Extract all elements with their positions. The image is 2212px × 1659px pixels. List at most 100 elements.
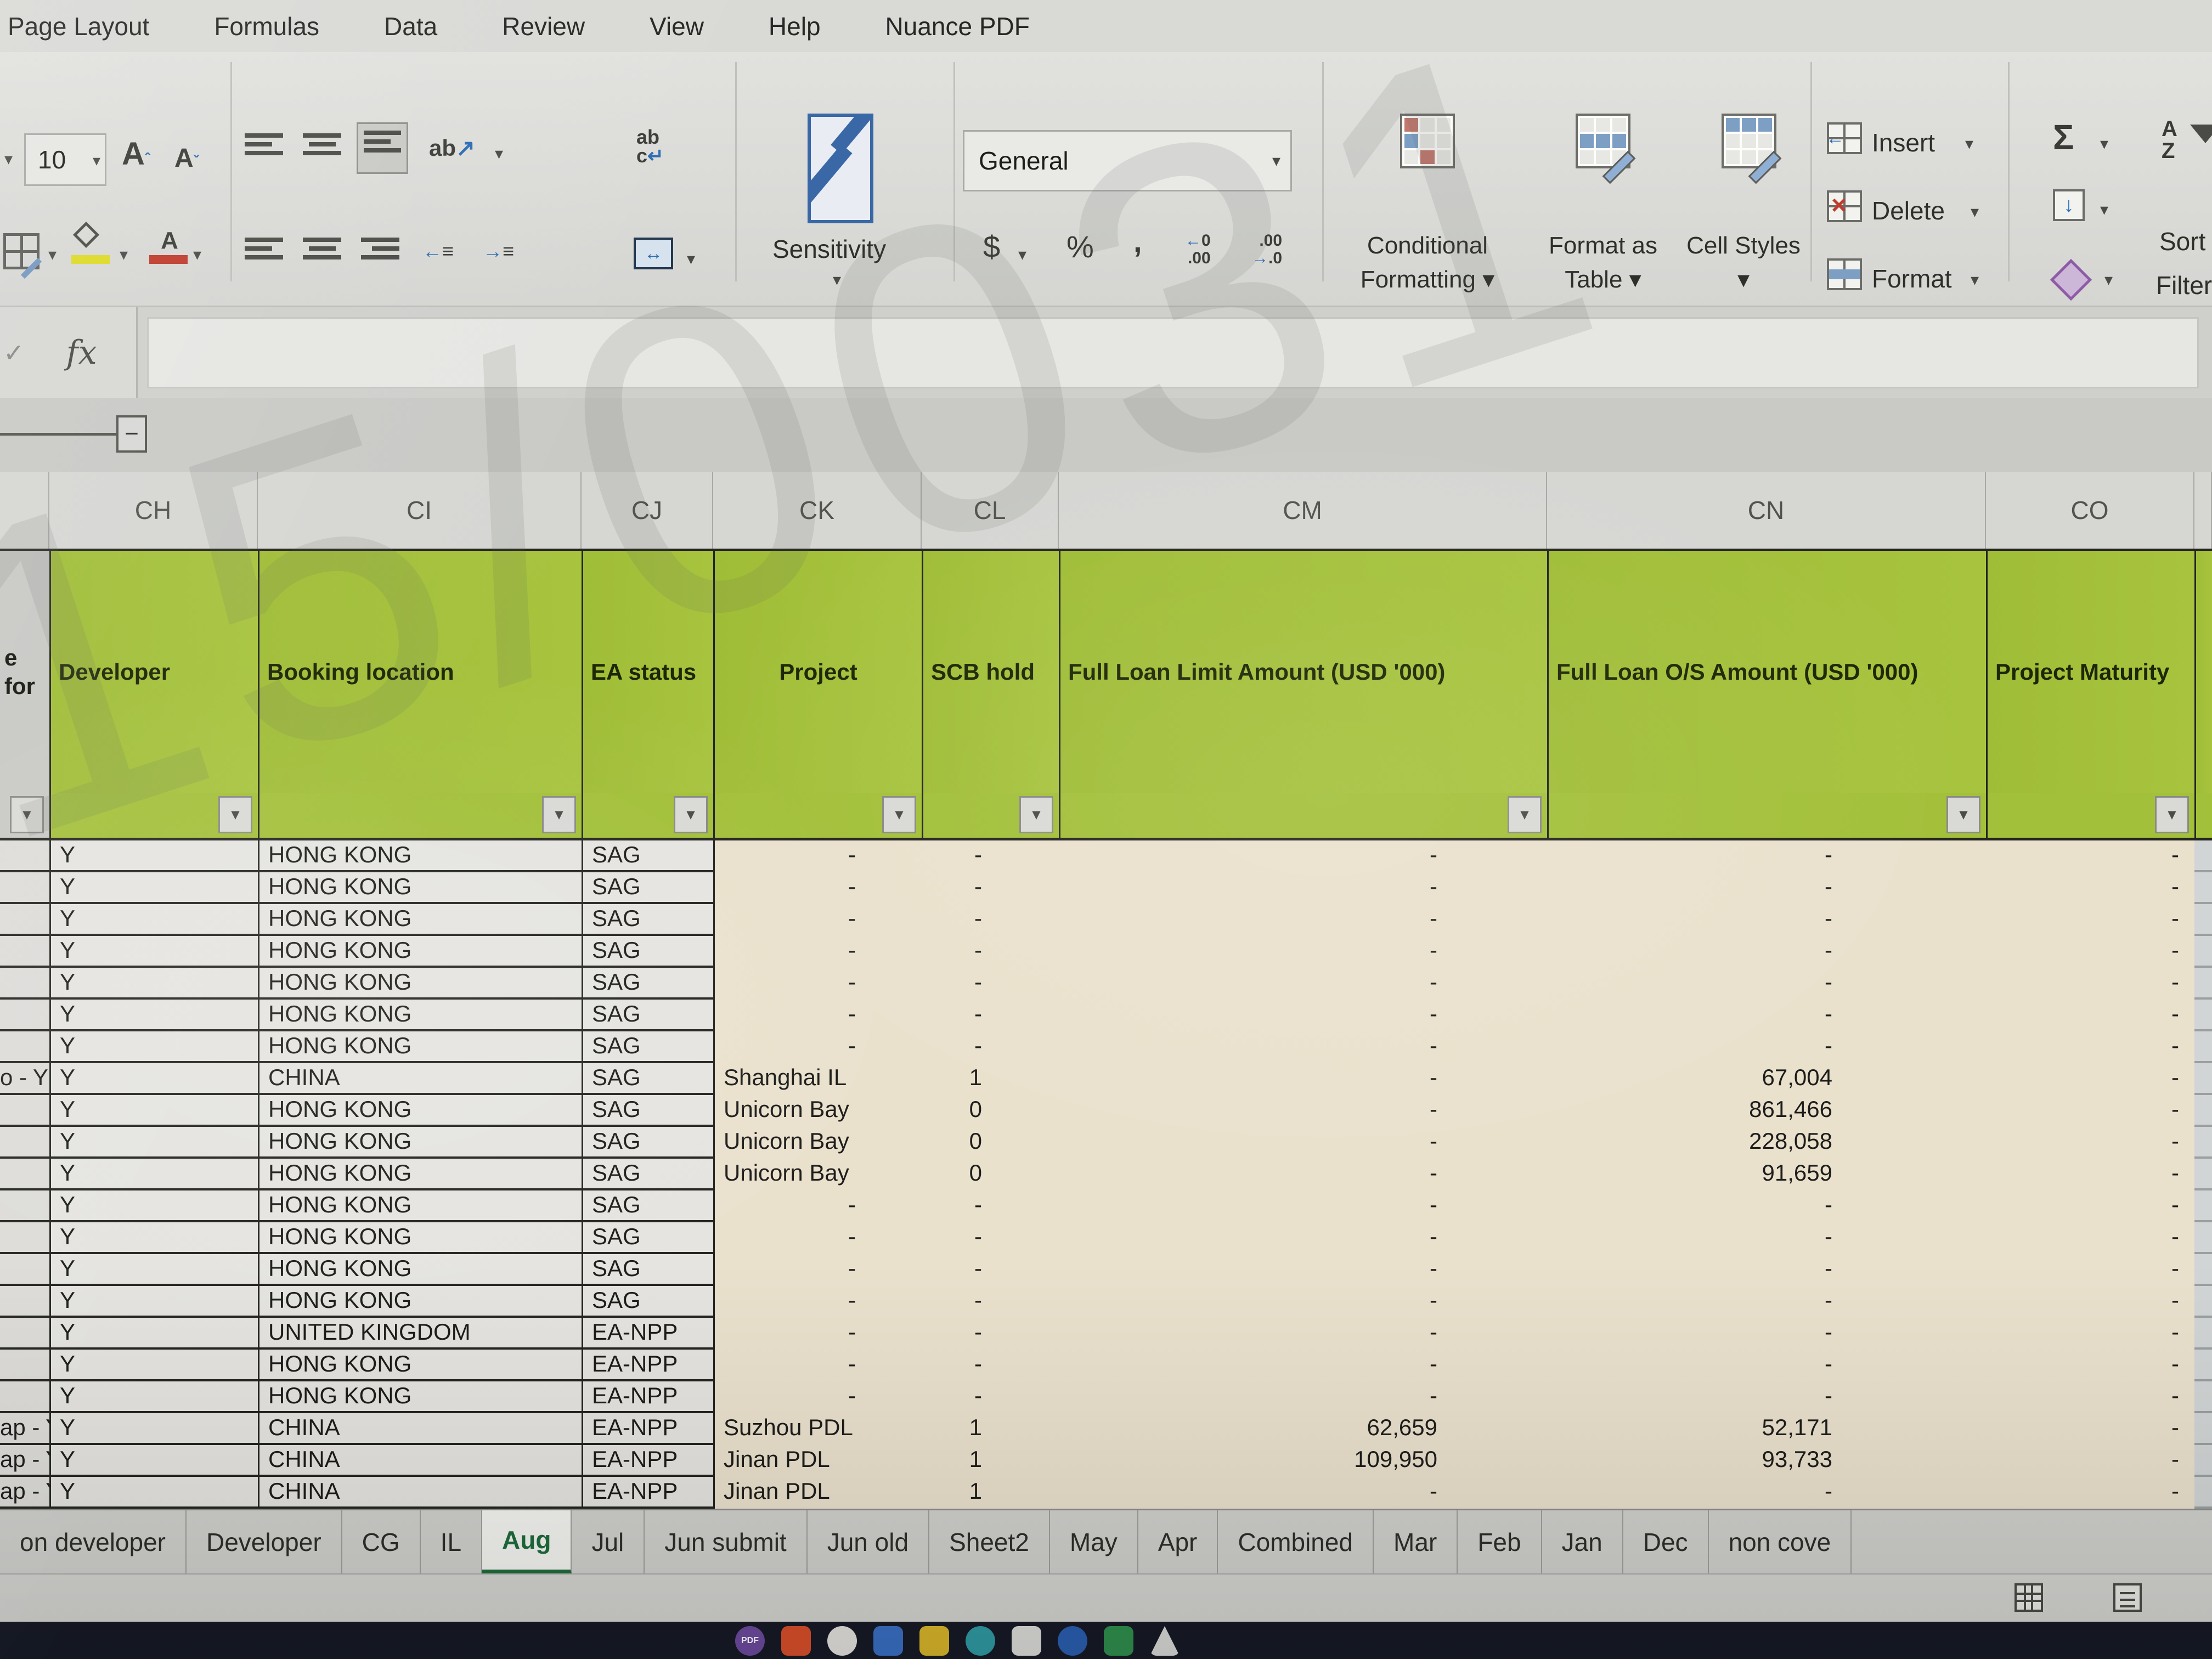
- column-header-CH[interactable]: CH: [49, 472, 258, 549]
- cell-frag[interactable]: [0, 1159, 49, 1190]
- cell-scb[interactable]: 1: [922, 1413, 1059, 1445]
- cell-loc[interactable]: UNITED KINGDOM: [258, 1318, 582, 1350]
- cell-dev[interactable]: Y: [49, 1286, 258, 1318]
- header-cell-project[interactable]: Project: [713, 551, 922, 793]
- align-left-icon[interactable]: [245, 238, 283, 269]
- cell-limit[interactable]: -: [1059, 904, 1547, 936]
- cell-scb[interactable]: 0: [922, 1127, 1059, 1159]
- cell-limit[interactable]: -: [1059, 1286, 1547, 1318]
- cell-loc[interactable]: HONG KONG: [258, 1286, 582, 1318]
- cell-os[interactable]: -: [1547, 872, 1986, 904]
- cell-dev[interactable]: Y: [49, 840, 258, 872]
- ribbon-tab-page-layout[interactable]: Page Layout: [8, 12, 149, 41]
- cell-project[interactable]: -: [713, 1381, 922, 1413]
- cell-limit[interactable]: -: [1059, 1063, 1547, 1095]
- cell-scb[interactable]: 0: [922, 1159, 1059, 1190]
- delete-icon[interactable]: [1827, 190, 1862, 222]
- cell-loc[interactable]: CHINA: [258, 1413, 582, 1445]
- cell-mat[interactable]: -: [1986, 1000, 2194, 1031]
- cell-loc[interactable]: HONG KONG: [258, 904, 582, 936]
- cell-frag[interactable]: [0, 840, 49, 872]
- cell-styles-icon[interactable]: [1722, 114, 1776, 168]
- cell-loc[interactable]: HONG KONG: [258, 1222, 582, 1254]
- dock-app-calculator[interactable]: [1012, 1626, 1041, 1656]
- cell-limit[interactable]: -: [1059, 1095, 1547, 1127]
- cell-scb[interactable]: -: [922, 1381, 1059, 1413]
- header-cell-full-loan-limit[interactable]: Full Loan Limit Amount (USD '000): [1059, 551, 1547, 793]
- wrap-text-icon[interactable]: abc↵: [636, 128, 664, 165]
- cell-dev[interactable]: Y: [49, 872, 258, 904]
- cell-os[interactable]: 228,058: [1547, 1127, 1986, 1159]
- cell-scb[interactable]: -: [922, 904, 1059, 936]
- cell-project[interactable]: Jinan PDL: [713, 1477, 922, 1509]
- cell-mat[interactable]: -: [1986, 1159, 2194, 1190]
- cell-limit[interactable]: -: [1059, 1222, 1547, 1254]
- column-header-CO[interactable]: CO: [1986, 472, 2194, 549]
- outline-collapse-button[interactable]: −: [116, 415, 147, 453]
- grid-view-icon[interactable]: [2015, 1583, 2043, 1612]
- font-size-input[interactable]: 10 ▾: [24, 133, 106, 186]
- cell-scb[interactable]: -: [922, 968, 1059, 1000]
- sheet-tab-feb[interactable]: Feb: [1458, 1510, 1542, 1573]
- chevron-down-icon[interactable]: ▾: [120, 245, 128, 264]
- align-bottom-icon[interactable]: [357, 122, 408, 174]
- sheet-tab-jul[interactable]: Jul: [572, 1510, 645, 1573]
- cell-project[interactable]: -: [713, 904, 922, 936]
- cell-ea[interactable]: SAG: [582, 1190, 713, 1222]
- dock-app-yellow[interactable]: [919, 1626, 949, 1656]
- cell-frag[interactable]: [0, 1190, 49, 1222]
- cell-project[interactable]: -: [713, 1031, 922, 1063]
- cell-loc[interactable]: HONG KONG: [258, 1031, 582, 1063]
- cell-limit[interactable]: -: [1059, 840, 1547, 872]
- filter-button[interactable]: [1019, 796, 1053, 833]
- cell-loc[interactable]: HONG KONG: [258, 1127, 582, 1159]
- format-icon[interactable]: [1827, 258, 1862, 290]
- cell-dev[interactable]: Y: [49, 1031, 258, 1063]
- cell-dev[interactable]: Y: [49, 1477, 258, 1509]
- filter-button[interactable]: [2155, 796, 2189, 833]
- cell-dev[interactable]: Y: [49, 1413, 258, 1445]
- cell-os[interactable]: 91,659: [1547, 1159, 1986, 1190]
- cell-limit[interactable]: -: [1059, 1159, 1547, 1190]
- cell-mat[interactable]: -: [1986, 1350, 2194, 1381]
- cell-limit[interactable]: -: [1059, 936, 1547, 968]
- sheet-tab-jun-old[interactable]: Jun old: [808, 1510, 929, 1573]
- cell-frag[interactable]: [0, 1095, 49, 1127]
- cell-os[interactable]: 67,004: [1547, 1063, 1986, 1095]
- cell-frag[interactable]: [0, 1318, 49, 1350]
- cell-mat[interactable]: -: [1986, 1318, 2194, 1350]
- column-header-CI[interactable]: CI: [258, 472, 582, 549]
- format-as-table-button[interactable]: Format as Table ▾: [1532, 229, 1674, 297]
- increase-indent-icon[interactable]: →≡: [483, 240, 514, 263]
- cell-project[interactable]: Suzhou PDL: [713, 1413, 922, 1445]
- cell-project[interactable]: -: [713, 1350, 922, 1381]
- cell-mat[interactable]: -: [1986, 1190, 2194, 1222]
- cell-ea[interactable]: SAG: [582, 872, 713, 904]
- cell-frag[interactable]: [0, 936, 49, 968]
- cell-ea[interactable]: SAG: [582, 1159, 713, 1190]
- cell-limit[interactable]: -: [1059, 1000, 1547, 1031]
- cell-mat[interactable]: -: [1986, 904, 2194, 936]
- cell-frag[interactable]: [0, 1222, 49, 1254]
- sensitivity-icon[interactable]: [808, 114, 873, 223]
- cell-ea[interactable]: SAG: [582, 1254, 713, 1286]
- cell-dev[interactable]: Y: [49, 1318, 258, 1350]
- sheet-tab-may[interactable]: May: [1050, 1510, 1138, 1573]
- cell-scb[interactable]: -: [922, 840, 1059, 872]
- cell-scb[interactable]: -: [922, 1222, 1059, 1254]
- cell-frag[interactable]: [0, 1031, 49, 1063]
- chevron-down-icon[interactable]: ▾: [1965, 134, 1973, 154]
- cell-project[interactable]: -: [713, 1254, 922, 1286]
- cell-project[interactable]: -: [713, 1222, 922, 1254]
- cell-limit[interactable]: -: [1059, 1190, 1547, 1222]
- cell-mat[interactable]: -: [1986, 1286, 2194, 1318]
- cell-frag[interactable]: [0, 1286, 49, 1318]
- cell-frag[interactable]: ap - Y: [0, 1413, 49, 1445]
- autosum-icon[interactable]: Σ: [2053, 117, 2074, 157]
- cell-mat[interactable]: -: [1986, 840, 2194, 872]
- dock-app-white-triangle[interactable]: [1150, 1626, 1180, 1656]
- header-cell-ea-status[interactable]: EA status: [582, 551, 713, 793]
- cell-limit[interactable]: -: [1059, 1318, 1547, 1350]
- cell-ea[interactable]: SAG: [582, 936, 713, 968]
- cell-ea[interactable]: SAG: [582, 840, 713, 872]
